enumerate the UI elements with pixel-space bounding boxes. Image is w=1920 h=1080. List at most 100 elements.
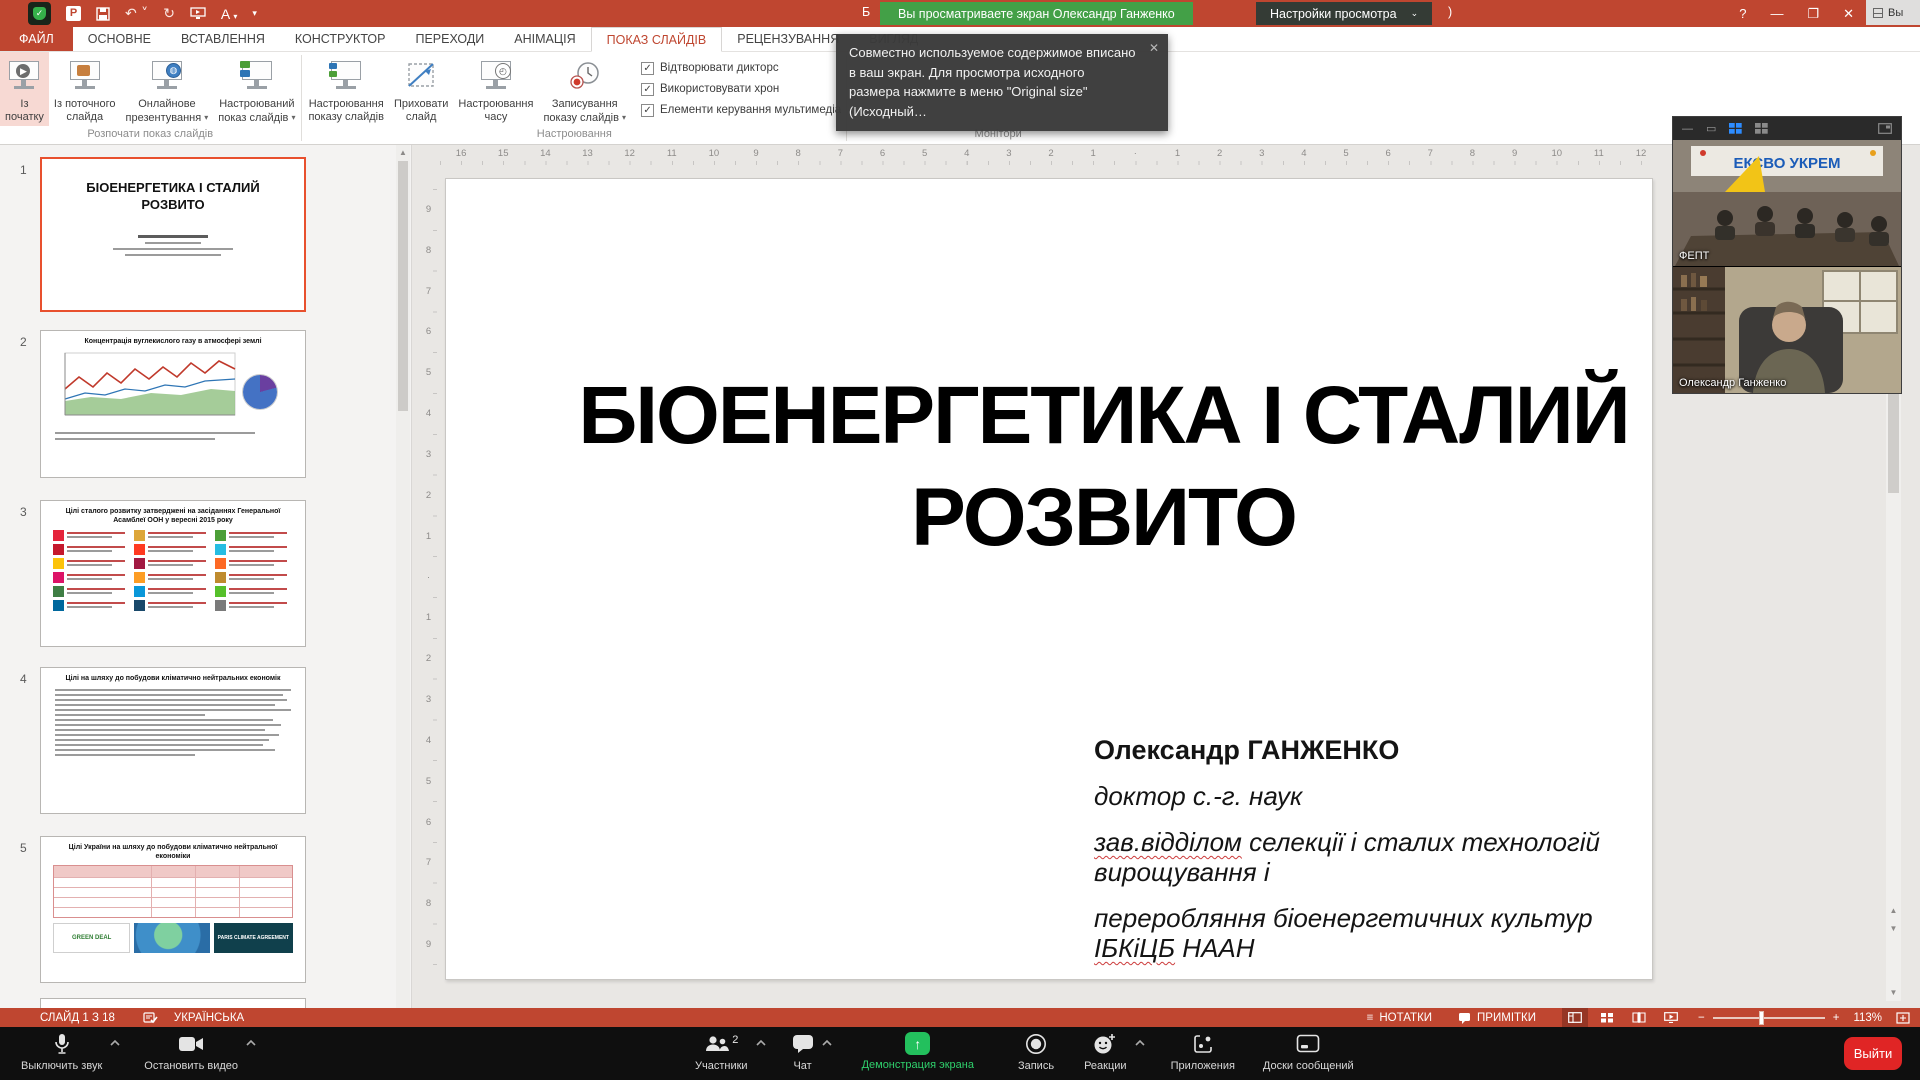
record-slideshow-button[interactable]: Записування показу слайдів ▾ bbox=[538, 52, 631, 126]
layout-icon[interactable] bbox=[1878, 123, 1892, 134]
start-slideshow-icon[interactable] bbox=[190, 7, 206, 20]
zoom-slider[interactable] bbox=[1713, 1017, 1825, 1019]
zoom-slider-thumb[interactable] bbox=[1759, 1011, 1764, 1025]
slide-thumbnail-1[interactable]: БІОЕНЕРГЕТИКА І СТАЛИЙ РОЗВИТО bbox=[40, 157, 306, 312]
gallery-view-icon[interactable] bbox=[1729, 123, 1742, 134]
share-screen-button[interactable]: ↑ Демонстрация экрана bbox=[855, 1027, 981, 1072]
save-icon[interactable] bbox=[96, 7, 110, 21]
stop-video-button[interactable]: Остановить видео bbox=[137, 1027, 245, 1072]
slide-thumbnail-2[interactable]: Концентрація вуглекислого газу в атмосфе… bbox=[40, 330, 306, 478]
scrollbar-thumb[interactable] bbox=[398, 161, 408, 411]
fit-to-window-icon[interactable] bbox=[1896, 1012, 1910, 1024]
previous-slide-icon[interactable]: ▲ bbox=[1886, 906, 1901, 915]
author-position-line1: зав.відділом селекції і сталих технологі… bbox=[1094, 827, 1652, 887]
share-screen-label: Демонстрация экрана bbox=[862, 1059, 974, 1071]
video-options-chevron[interactable] bbox=[245, 1039, 257, 1072]
customize-qat-icon[interactable]: ▾ bbox=[252, 8, 257, 19]
restore-icon[interactable]: ❐ bbox=[1807, 6, 1819, 22]
record-button[interactable]: Запись bbox=[1011, 1027, 1061, 1072]
ruler-tick-label: · bbox=[1114, 148, 1156, 165]
ribbon-tab-5[interactable]: ПЕРЕХОДИ bbox=[400, 27, 499, 51]
use-timings-checkbox[interactable]: ✓ Використовувати хрон bbox=[641, 83, 841, 96]
setup-slideshow-button[interactable]: Настроювання показу слайдів bbox=[303, 52, 389, 126]
media-controls-checkbox[interactable]: ✓ Елементи керування мультимедіа bbox=[641, 104, 841, 117]
ribbon-tab-8[interactable]: РЕЦЕНЗУВАННЯ bbox=[722, 27, 854, 51]
share-screen-icon: ↑ bbox=[905, 1032, 930, 1055]
tooltip-close-icon[interactable]: ✕ bbox=[1149, 39, 1159, 57]
custom-slideshow-button[interactable]: Настроюваний показ слайдів ▾ bbox=[213, 52, 300, 126]
mute-options-chevron[interactable] bbox=[109, 1039, 121, 1072]
chat-button[interactable]: Чат bbox=[785, 1027, 821, 1072]
video-feed-room[interactable]: ЕКСВО УКРЕМ ФЕПТ bbox=[1673, 140, 1901, 266]
notes-icon: ≡ bbox=[1367, 1012, 1374, 1024]
panel-window-icon[interactable]: ▭ bbox=[1706, 122, 1716, 135]
ribbon-tab-6[interactable]: АНІМАЦІЯ bbox=[499, 27, 590, 51]
ribbon-tab-3[interactable]: ВСТАВЛЕННЯ bbox=[166, 27, 280, 51]
scroll-up-icon[interactable]: ▲ bbox=[396, 148, 410, 157]
ruler-tick-label: 2 bbox=[1030, 148, 1072, 165]
next-slide-icon[interactable]: ▼ bbox=[1886, 924, 1901, 933]
sdg-goal-tile bbox=[134, 600, 212, 611]
zoom-level[interactable]: 113% bbox=[1853, 1012, 1882, 1024]
reactions-button[interactable]: Реакции bbox=[1077, 1027, 1134, 1072]
ribbon-tab-2[interactable]: ОСНОВНЕ bbox=[73, 27, 166, 51]
panel-minimize-icon[interactable]: — bbox=[1682, 123, 1693, 135]
leave-meeting-button[interactable]: Выйти bbox=[1844, 1037, 1902, 1070]
participants-chevron[interactable] bbox=[755, 1039, 767, 1072]
close-icon[interactable]: ✕ bbox=[1843, 6, 1854, 22]
rehearse-timings-button[interactable]: ◴ Настроювання часу bbox=[453, 52, 538, 126]
ruler-tick-label: 2 bbox=[420, 475, 437, 516]
notes-toggle[interactable]: ≡ НОТАТКИ bbox=[1367, 1012, 1432, 1024]
slide-sorter-view-button[interactable] bbox=[1594, 1008, 1620, 1027]
checkbox-checked-icon: ✓ bbox=[641, 83, 654, 96]
mute-button[interactable]: Выключить звук bbox=[14, 1027, 109, 1072]
participants-button[interactable]: 2 Участники bbox=[688, 1027, 755, 1072]
sdg-goal-tile bbox=[215, 600, 293, 611]
slideshow-view-button[interactable] bbox=[1658, 1008, 1684, 1027]
slide-author-block: Олександр ГАНЖЕНКО доктор с.-г. наук зав… bbox=[1094, 735, 1652, 963]
view-settings-button[interactable]: Настройки просмотра ⌄ bbox=[1256, 2, 1432, 25]
normal-view-button[interactable] bbox=[1562, 1008, 1588, 1027]
minimize-icon[interactable]: — bbox=[1770, 6, 1783, 21]
current-slide-canvas[interactable]: БІОЕНЕРГЕТИКА І СТАЛИЙ РОЗВИТО Олександр… bbox=[445, 178, 1653, 980]
participants-count: 2 bbox=[732, 1034, 738, 1046]
thumbnails-scrollbar[interactable]: ▲ bbox=[396, 145, 410, 1008]
slide-thumbnail-4[interactable]: Цілі на шляху до побудови кліматично ней… bbox=[40, 667, 306, 814]
reactions-chevron[interactable] bbox=[1134, 1039, 1146, 1072]
chat-chevron[interactable] bbox=[821, 1039, 833, 1072]
scroll-down-icon[interactable]: ▼ bbox=[1886, 988, 1901, 997]
comments-toggle[interactable]: ПРИМІТКИ bbox=[1458, 1012, 1536, 1024]
undo-icon[interactable]: ↶ ˅ bbox=[125, 6, 148, 22]
reading-view-button[interactable] bbox=[1626, 1008, 1652, 1027]
whiteboards-button[interactable]: Доски сообщений bbox=[1256, 1027, 1361, 1072]
hide-slide-button[interactable]: Приховати слайд bbox=[389, 52, 453, 126]
zoom-in-button[interactable]: + bbox=[1833, 1012, 1840, 1024]
ribbon-tab-1[interactable]: ФАЙЛ bbox=[0, 27, 73, 51]
font-icon[interactable]: A ▾ bbox=[221, 6, 237, 22]
slide-thumbnail-5[interactable]: Цілі України на шляху до побудови клімат… bbox=[40, 836, 306, 983]
redo-icon[interactable]: ↻ bbox=[163, 6, 175, 22]
help-icon[interactable]: ? bbox=[1739, 6, 1746, 21]
play-narrations-checkbox[interactable]: ✓ Відтворювати дикторс bbox=[641, 62, 841, 75]
slide-number: 2 bbox=[20, 335, 27, 349]
ribbon-tab-4[interactable]: КОНСТРУКТОР bbox=[280, 27, 401, 51]
present-online-button[interactable]: ◍ Онлайнове презентування ▾ bbox=[121, 52, 214, 126]
slide-thumbnail-3[interactable]: Цілі сталого розвитку затверджені на зас… bbox=[40, 500, 306, 647]
language-indicator[interactable]: УКРАЇНСЬКА bbox=[174, 1012, 244, 1024]
record-clock-icon bbox=[568, 57, 602, 95]
ruler-tick-label: 4 bbox=[420, 393, 437, 434]
spellcheck-icon[interactable] bbox=[143, 1011, 158, 1024]
ruler-tick-label: 16 bbox=[440, 148, 482, 165]
from-beginning-button[interactable]: ▶ Із початку bbox=[0, 52, 49, 126]
apps-button[interactable]: Приложения bbox=[1164, 1027, 1242, 1072]
thumbnail-title: БІОЕНЕРГЕТИКА І СТАЛИЙ bbox=[66, 179, 280, 196]
grid-view-icon[interactable] bbox=[1755, 123, 1768, 134]
ruler-tick-label: 13 bbox=[566, 148, 608, 165]
zoom-out-button[interactable]: − bbox=[1698, 1012, 1705, 1024]
video-feed-speaker[interactable]: Олександр Ганженко bbox=[1673, 266, 1901, 393]
ruler-tick-label: 6 bbox=[1367, 148, 1409, 165]
from-current-slide-button[interactable]: Із поточного слайда bbox=[49, 52, 121, 126]
video-feed-label: ФЕПТ bbox=[1679, 250, 1709, 262]
slide-indicator[interactable]: СЛАЙД 1 З 18 bbox=[40, 1012, 115, 1024]
ribbon-tab-7[interactable]: ПОКАЗ СЛАЙДІВ bbox=[591, 27, 723, 52]
